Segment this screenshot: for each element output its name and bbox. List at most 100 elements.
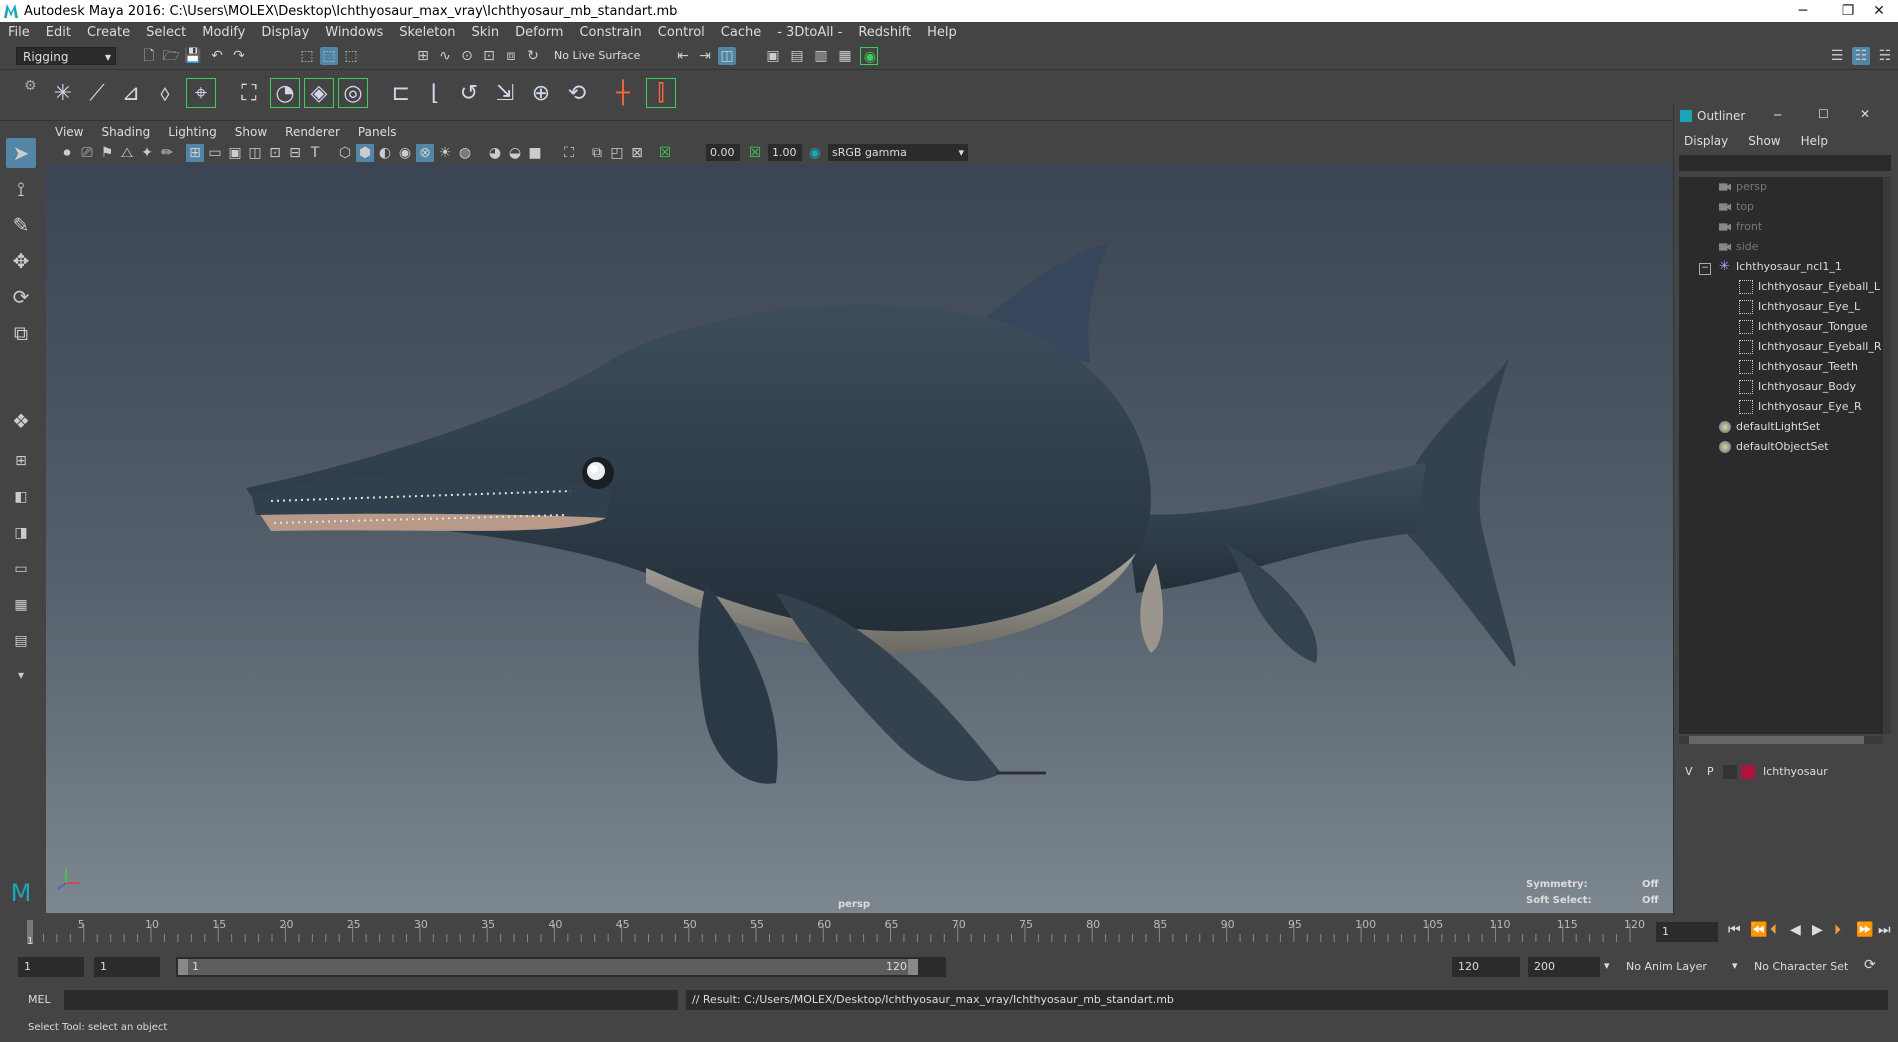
undo-icon[interactable]: ↶ [208, 47, 226, 65]
hypershade-icon[interactable]: ◉ [860, 47, 878, 65]
menu-file[interactable]: File [0, 25, 38, 40]
menu-create[interactable]: Create [79, 25, 138, 40]
bookmark-icon[interactable]: ⚑ [98, 144, 116, 162]
outliner-vertical-scrollbar[interactable] [1883, 177, 1891, 734]
layer-name[interactable]: Ichthyosaur [1763, 765, 1828, 778]
go-to-end-icon[interactable]: ⏭ [1878, 922, 1891, 938]
minimize-icon[interactable]: ─ [1774, 108, 1781, 122]
go-to-start-icon[interactable]: ⏮ [1728, 922, 1741, 938]
menu-skeleton[interactable]: Skeleton [391, 25, 463, 40]
pole-vector-icon[interactable]: ⟲ [562, 78, 592, 108]
scale-constraint-icon[interactable]: ⇲ [490, 78, 520, 108]
anti-aliasing-icon[interactable]: ⊠ [628, 144, 646, 162]
locator-icon[interactable]: ┼ [608, 78, 638, 108]
image-plane-icon[interactable]: ⧍ [118, 144, 136, 162]
menu-modify[interactable]: Modify [194, 25, 253, 40]
film-gate-icon[interactable]: ▭ [206, 144, 224, 162]
layer-color-swatch[interactable] [1741, 765, 1755, 779]
rotate-tool-icon[interactable]: ⟳ [6, 282, 36, 312]
color-space-dropdown[interactable]: sRGB gamma ▾ [828, 144, 968, 161]
outliner-item-eyeball-r[interactable]: Ichthyosaur_Eyeball_R [1739, 337, 1881, 357]
outliner-item-body[interactable]: Ichthyosaur_Body [1739, 377, 1856, 397]
gate-mask-icon[interactable]: ◫ [246, 144, 264, 162]
outliner-search-input[interactable] [1679, 155, 1891, 171]
construction-history-icon[interactable]: ◫ [718, 47, 736, 65]
custom-layout-icon[interactable]: ▦ [6, 590, 36, 620]
time-slider-ruler[interactable]: 5 10 15 20 25 30 35 40 45 50 55 60 65 70 75 80 85 90 95 100… [20, 918, 1650, 947]
outliner-menu-display[interactable]: Display [1674, 134, 1738, 148]
outliner-item-front[interactable]: front [1719, 217, 1762, 237]
point-constraint-icon[interactable]: ⌊ [420, 78, 450, 108]
persp-graph-layout-icon[interactable]: ◨ [6, 518, 36, 548]
menu-skin[interactable]: Skin [464, 25, 508, 40]
outliner-list[interactable]: persp top front side − ✳ Ichthyosaur_ncl1_… [1679, 177, 1883, 734]
safe-action-icon[interactable]: ⊟ [286, 144, 304, 162]
scale-tool-icon[interactable]: ⧉ [6, 318, 36, 348]
lasso-tool-icon[interactable]: ⟟ [6, 174, 36, 204]
menu-cache[interactable]: Cache [713, 25, 769, 40]
four-view-layout-icon[interactable]: ⊞ [6, 446, 36, 476]
display-layer-row[interactable]: V P Ichthyosaur [1679, 763, 1891, 783]
color-management-icon[interactable]: ◉ [806, 144, 824, 162]
joint-tool-icon[interactable]: ✳ [48, 78, 78, 108]
time-slider[interactable]: 5 10 15 20 25 30 35 40 45 50 55 60 65 70 75 80 85 90 95 100… [20, 918, 1650, 947]
outliner-item-eyeball-l[interactable]: Ichthyosaur_Eyeball_L [1739, 277, 1880, 297]
menu-constrain[interactable]: Constrain [571, 25, 649, 40]
ipr-render-icon[interactable]: ▥ [812, 47, 830, 65]
range-bar[interactable]: 1 120 [176, 957, 946, 977]
save-scene-icon[interactable]: 💾 [184, 47, 202, 65]
character-set-dropdown[interactable]: No Character Set [1748, 957, 1860, 977]
viewport-menu-renderer[interactable]: Renderer [276, 125, 349, 139]
aim-constraint-icon[interactable]: ⊕ [526, 78, 556, 108]
more-layouts-icon[interactable]: ▾ [6, 660, 36, 690]
menu-edit[interactable]: Edit [38, 25, 79, 40]
set-driven-key-icon[interactable]: ⫿ [646, 78, 676, 108]
range-right-grip[interactable] [908, 959, 918, 975]
menu-deform[interactable]: Deform [507, 25, 571, 40]
outliner-menu-show[interactable]: Show [1738, 134, 1790, 148]
range-left-grip[interactable] [178, 959, 188, 975]
outliner-horizontal-scrollbar[interactable] [1679, 736, 1883, 744]
move-tool-icon[interactable]: ✥ [6, 246, 36, 276]
live-surface-label[interactable]: No Live Surface [554, 49, 640, 62]
sculpt-icon[interactable]: ◎ [338, 78, 368, 108]
viewport-menu-panels[interactable]: Panels [349, 125, 406, 139]
wireframe-icon[interactable]: ⬡ [336, 144, 354, 162]
hud-icon[interactable]: ⧉ [588, 144, 606, 162]
outliner-item-defaultlightset[interactable]: defaultLightSet [1719, 417, 1820, 437]
persp-outliner-layout-icon[interactable]: ◧ [6, 482, 36, 512]
shelf-menu-icon[interactable]: ⚙ [24, 78, 37, 94]
outliner-menu-help[interactable]: Help [1791, 134, 1838, 148]
orient-constraint-icon[interactable]: ↺ [454, 78, 484, 108]
step-forward-key-icon[interactable]: ⏵ [1834, 922, 1841, 938]
ik-handle-icon[interactable]: ⟋ [82, 78, 112, 108]
xray-joints-icon[interactable]: ◒ [506, 144, 524, 162]
viewport-menu-lighting[interactable]: Lighting [159, 125, 226, 139]
script-language-toggle[interactable]: MEL [28, 993, 51, 1006]
isolate-view-icon[interactable]: ⛶ [560, 144, 578, 162]
snap-rotate-icon[interactable]: ↻ [524, 47, 542, 65]
lattice-icon[interactable]: ◔ [270, 78, 300, 108]
xray-icon[interactable]: ◕ [486, 144, 504, 162]
playback-end-field[interactable]: 120 [1452, 957, 1520, 977]
step-back-key-icon[interactable]: ⏴ [1770, 922, 1777, 938]
exposure-field[interactable]: 0.00 [706, 144, 740, 161]
gamma-field[interactable]: 1.00 [768, 144, 802, 161]
outliner-item-group[interactable]: − ✳ Ichthyosaur_ncl1_1 [1699, 257, 1842, 277]
snap-view-icon[interactable]: ⊡ [480, 47, 498, 65]
menu-windows[interactable]: Windows [317, 25, 391, 40]
ichthyosaur-model[interactable] [46, 163, 1673, 913]
default-lighting-icon[interactable]: ◐ [376, 144, 394, 162]
render-settings-icon[interactable]: ▦ [836, 47, 854, 65]
render-view-icon[interactable]: ▣ [764, 47, 782, 65]
exposure-icon[interactable]: ☒ [656, 144, 674, 162]
outliner-item-eye-r[interactable]: Ichthyosaur_Eye_R [1739, 397, 1862, 417]
outliner-item-teeth[interactable]: Ichthyosaur_Teeth [1739, 357, 1858, 377]
wrap-icon[interactable]: ◈ [304, 78, 334, 108]
select-hierarchy-icon[interactable]: ⬚ [298, 47, 316, 65]
end-time-field[interactable]: 200 [1528, 957, 1600, 977]
menu-help[interactable]: Help [919, 25, 965, 40]
snap-point-icon[interactable]: ⊙ [458, 47, 476, 65]
collapse-icon[interactable]: − [1699, 263, 1711, 275]
play-forward-icon[interactable]: ▶ [1812, 922, 1823, 938]
